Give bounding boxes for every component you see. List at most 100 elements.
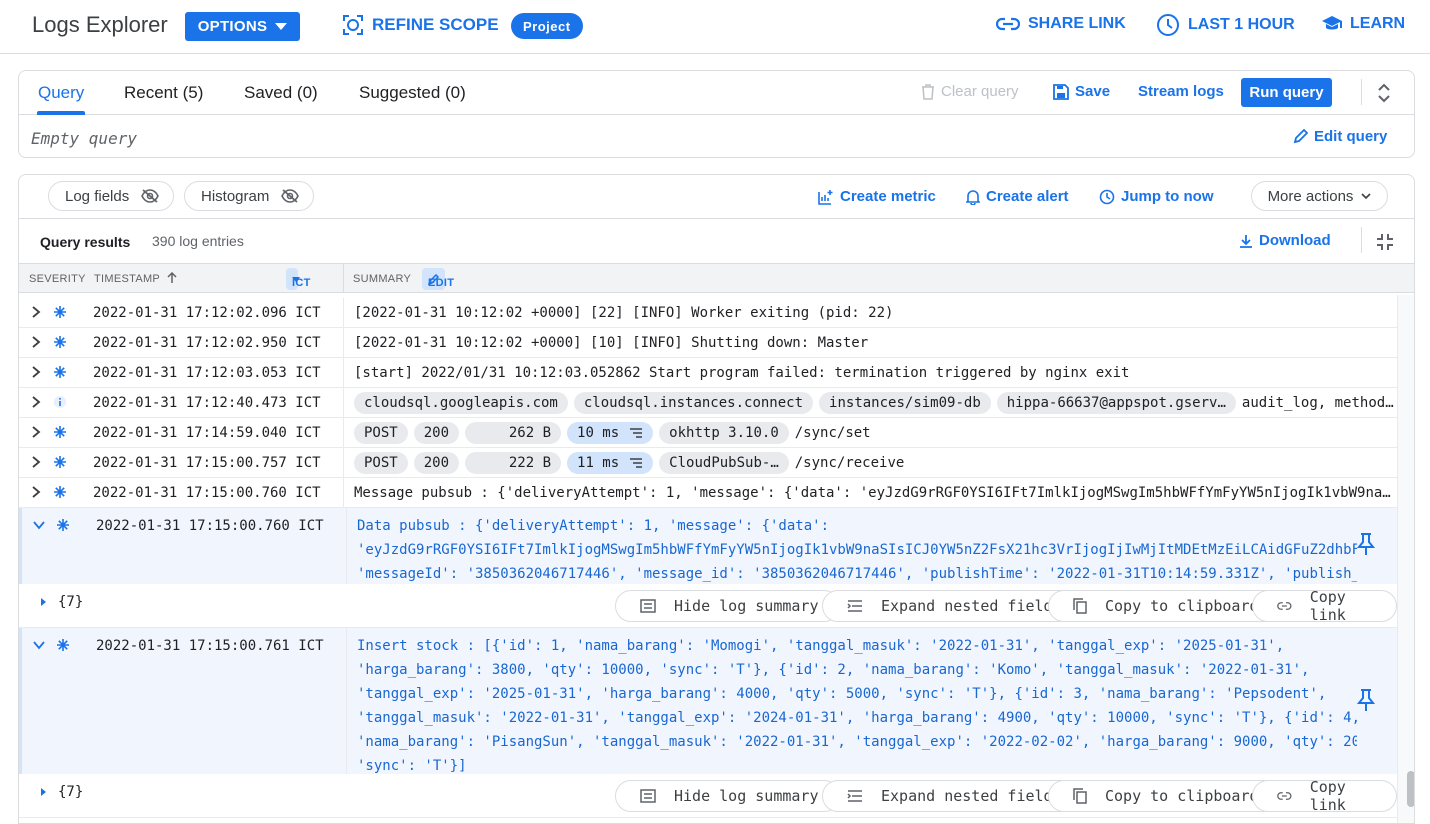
scrollbar-track[interactable]: [1397, 295, 1414, 823]
resource-chip[interactable]: instances/sim09-db: [819, 392, 991, 414]
jump-to-now-button[interactable]: Jump to now: [1099, 188, 1214, 205]
refine-scope-button[interactable]: REFINE SCOPE: [342, 14, 499, 36]
copy-link-button[interactable]: Copy link: [1252, 588, 1397, 624]
http-status-chip[interactable]: 200: [413, 452, 460, 474]
active-tab-indicator: [37, 111, 85, 115]
time-range-button[interactable]: LAST 1 HOUR: [1156, 13, 1295, 37]
http-size-chip[interactable]: 262 B: [465, 422, 562, 444]
log-row-expanded[interactable]: 2022-01-31 17:15:00.760 ICT Data pubsub …: [19, 508, 1397, 584]
caret-right-icon: [41, 598, 46, 606]
learn-button[interactable]: LEARN: [1322, 15, 1405, 33]
hide-log-summary-label: Hide log summary: [674, 787, 819, 805]
copy-to-clipboard-button[interactable]: Copy to clipboard: [1048, 780, 1280, 812]
log-summary: /sync/receive: [794, 455, 905, 471]
create-alert-button[interactable]: Create alert: [966, 188, 1069, 205]
pin-icon[interactable]: [1356, 532, 1376, 556]
tab-suggested[interactable]: Suggested (0): [359, 83, 466, 103]
scope-chip[interactable]: Project: [511, 13, 583, 39]
arrow-up-icon[interactable]: [167, 272, 177, 284]
http-method-chip[interactable]: POST: [354, 452, 408, 474]
chevron-right-icon[interactable]: [29, 335, 43, 349]
tab-recent[interactable]: Recent (5): [124, 83, 203, 103]
copy-to-clipboard-button[interactable]: Copy to clipboard: [1048, 590, 1280, 622]
log-row[interactable]: 2022-01-31 17:14:59.040 ICT POST 200 262…: [19, 418, 1397, 448]
user-agent-chip[interactable]: okhttp 3.10.0: [659, 422, 789, 444]
query-tabs: Query Recent (5) Saved (0) Suggested (0)…: [19, 71, 1414, 115]
pin-icon[interactable]: [1356, 688, 1376, 712]
histogram-toggle[interactable]: Histogram: [184, 181, 315, 211]
top-bar: Logs Explorer OPTIONS REFINE SCOPE Proje…: [0, 0, 1430, 54]
principal-chip[interactable]: hippa-66637@appspot.gserv…: [996, 392, 1236, 414]
edit-summary-label: EDIT: [428, 277, 455, 289]
chevron-right-icon[interactable]: [29, 485, 43, 499]
http-size-chip[interactable]: 222 B: [465, 452, 562, 474]
hide-log-summary-button[interactable]: Hide log summary: [615, 590, 840, 622]
service-chip[interactable]: cloudsql.googleapis.com: [354, 392, 568, 414]
copy-to-clipboard-label: Copy to clipboard: [1105, 787, 1259, 805]
create-metric-button[interactable]: Create metric: [818, 188, 936, 205]
edit-query-button[interactable]: Edit query: [1293, 128, 1387, 145]
method-chip[interactable]: cloudsql.instances.connect: [573, 392, 814, 414]
payload-toggle[interactable]: {7}: [41, 784, 83, 800]
severity-default-icon: [54, 456, 66, 468]
log-row[interactable]: 2022-01-31 17:15:00.760 ICT Message pubs…: [19, 478, 1397, 508]
expand-nested-fields-label: Expand nested fields: [881, 597, 1062, 615]
pencil-icon: [1293, 129, 1308, 144]
expand-nested-fields-button[interactable]: Expand nested fields: [822, 780, 1083, 812]
log-message-line: 'messageId': '3850362046717446', 'messag…: [357, 566, 1357, 582]
chevron-right-icon[interactable]: [29, 305, 43, 319]
severity-default-icon: [57, 519, 69, 531]
http-latency-chip[interactable]: 11 ms: [567, 452, 654, 474]
http-latency-chip[interactable]: 10 ms: [567, 422, 654, 444]
tab-query[interactable]: Query: [38, 83, 84, 103]
severity-default-icon: [57, 639, 69, 651]
download-button[interactable]: Download: [1239, 232, 1331, 249]
query-input[interactable]: Empty query: [31, 129, 137, 148]
chevron-right-icon[interactable]: [29, 395, 43, 409]
log-timestamp: 2022-01-31 17:12:03.053 ICT: [93, 365, 321, 381]
copy-link-button[interactable]: Copy link: [1252, 778, 1397, 814]
expand-nested-fields-button[interactable]: Expand nested fields: [822, 590, 1083, 622]
clear-query-button[interactable]: Clear query: [921, 83, 1019, 100]
chevron-down-icon[interactable]: [32, 638, 46, 652]
log-row[interactable]: 2022-01-31 17:12:03.053 ICT [start] 2022…: [19, 358, 1397, 388]
expand-collapse-icon[interactable]: [1378, 83, 1390, 103]
edit-summary-button[interactable]: EDIT: [422, 268, 454, 290]
divider: [1361, 227, 1362, 253]
scrollbar-thumb[interactable]: [1407, 771, 1414, 807]
download-label: Download: [1259, 232, 1331, 249]
more-actions-button[interactable]: More actions: [1251, 181, 1388, 211]
log-row[interactable]: 2022-01-31 17:15:00.757 ICT POST 200 222…: [19, 448, 1397, 478]
save-button[interactable]: Save: [1053, 83, 1110, 100]
chevron-right-icon[interactable]: [29, 425, 43, 439]
clear-query-label: Clear query: [941, 83, 1019, 100]
chevron-right-icon[interactable]: [29, 365, 43, 379]
chevron-right-icon[interactable]: [29, 455, 43, 469]
share-link-button[interactable]: SHARE LINK: [996, 15, 1126, 33]
col-severity[interactable]: SEVERITY: [29, 273, 86, 285]
caret-down-icon: [292, 277, 300, 282]
log-timestamp: 2022-01-31 17:15:00.757 ICT: [93, 455, 321, 471]
log-message-line: 'eyJzdG9rRGF0YSI6IFt7ImlkIjogMSwgIm5hbWF…: [357, 542, 1357, 558]
timezone-selector[interactable]: ICT: [286, 268, 310, 290]
focus-icon: [343, 15, 363, 35]
payload-toggle[interactable]: {7}: [41, 594, 83, 610]
col-timestamp[interactable]: TIMESTAMP: [94, 273, 160, 285]
user-agent-chip[interactable]: CloudPubSub-…: [659, 452, 789, 474]
log-row[interactable]: 2022-01-31 17:12:40.473 ICT cloudsql.goo…: [19, 388, 1397, 418]
log-fields-toggle[interactable]: Log fields: [48, 181, 175, 211]
log-row[interactable]: 2022-01-31 17:12:02.096 ICT [2022-01-31 …: [19, 298, 1397, 328]
http-method-chip[interactable]: POST: [354, 422, 408, 444]
hide-log-summary-button[interactable]: Hide log summary: [615, 780, 840, 812]
run-query-button[interactable]: Run query: [1241, 78, 1332, 107]
log-row[interactable]: 2022-01-31 17:12:02.950 ICT [2022-01-31 …: [19, 328, 1397, 358]
jump-to-now-label: Jump to now: [1121, 188, 1214, 205]
options-button[interactable]: OPTIONS: [185, 12, 300, 41]
stream-logs-button[interactable]: Stream logs: [1138, 83, 1224, 100]
collapse-panel-icon[interactable]: [1376, 233, 1394, 251]
http-status-chip[interactable]: 200: [413, 422, 460, 444]
tab-saved[interactable]: Saved (0): [244, 83, 318, 103]
chevron-down-icon[interactable]: [32, 518, 46, 532]
refine-scope-label: REFINE SCOPE: [372, 15, 499, 34]
log-row-expanded[interactable]: 2022-01-31 17:15:00.761 ICT Insert stock…: [19, 628, 1397, 774]
